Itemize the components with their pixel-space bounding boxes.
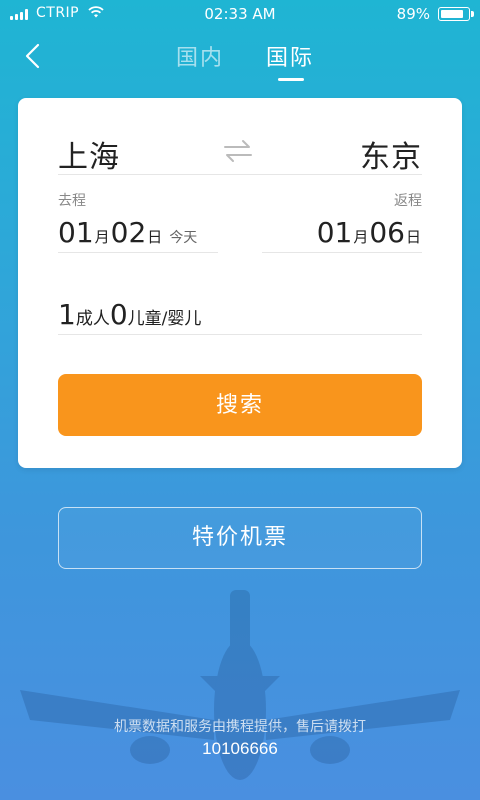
today-hint: 今天 (169, 230, 198, 246)
divider (58, 252, 218, 253)
tab-domestic[interactable]: 国内 (176, 40, 224, 72)
airplane-icon (20, 590, 460, 780)
month-unit: 月 (94, 228, 110, 246)
service-note: 机票数据和服务由携程提供，售后请拨打 (114, 719, 366, 735)
return-date[interactable]: 01月06日 (317, 216, 422, 249)
divider (58, 334, 422, 335)
child-count: 0 (109, 298, 128, 331)
battery-percent: 89% (396, 5, 430, 23)
adult-count: 1 (58, 298, 76, 331)
depart-date[interactable]: 01月02日 今天 (58, 216, 197, 249)
special-deals-button[interactable]: 特价机票 (58, 507, 422, 569)
status-bar: CTRIP 02:33 AM 89% (0, 0, 480, 28)
tab-international[interactable]: 国际 (266, 40, 314, 72)
divider (58, 174, 422, 175)
flight-search-card: 上海 东京 去程 返程 01月02日 今天 01月06日 1成人0儿童/婴儿 搜索 (18, 98, 462, 468)
active-tab-indicator (278, 78, 304, 81)
child-label: 儿童/婴儿 (127, 309, 202, 329)
adult-label: 成人 (75, 309, 110, 329)
passenger-selector[interactable]: 1成人0儿童/婴儿 (58, 298, 201, 331)
divider (262, 252, 422, 253)
return-day: 06 (369, 216, 405, 249)
month-unit: 月 (353, 228, 369, 246)
arrival-city[interactable]: 东京 (360, 132, 422, 176)
battery-icon (438, 7, 474, 21)
swap-arrows-icon[interactable] (222, 138, 254, 164)
return-month: 01 (316, 216, 353, 249)
day-unit: 日 (405, 228, 421, 246)
day-unit: 日 (147, 228, 163, 246)
departure-city[interactable]: 上海 (58, 132, 120, 176)
depart-month: 01 (58, 216, 94, 249)
return-label: 返程 (394, 193, 422, 209)
route-type-tabs: 国内 国际 (0, 40, 480, 81)
service-phone[interactable]: 10106666 (0, 739, 480, 759)
depart-label: 去程 (58, 193, 86, 209)
depart-day: 02 (110, 216, 147, 249)
search-button[interactable]: 搜索 (58, 374, 422, 436)
